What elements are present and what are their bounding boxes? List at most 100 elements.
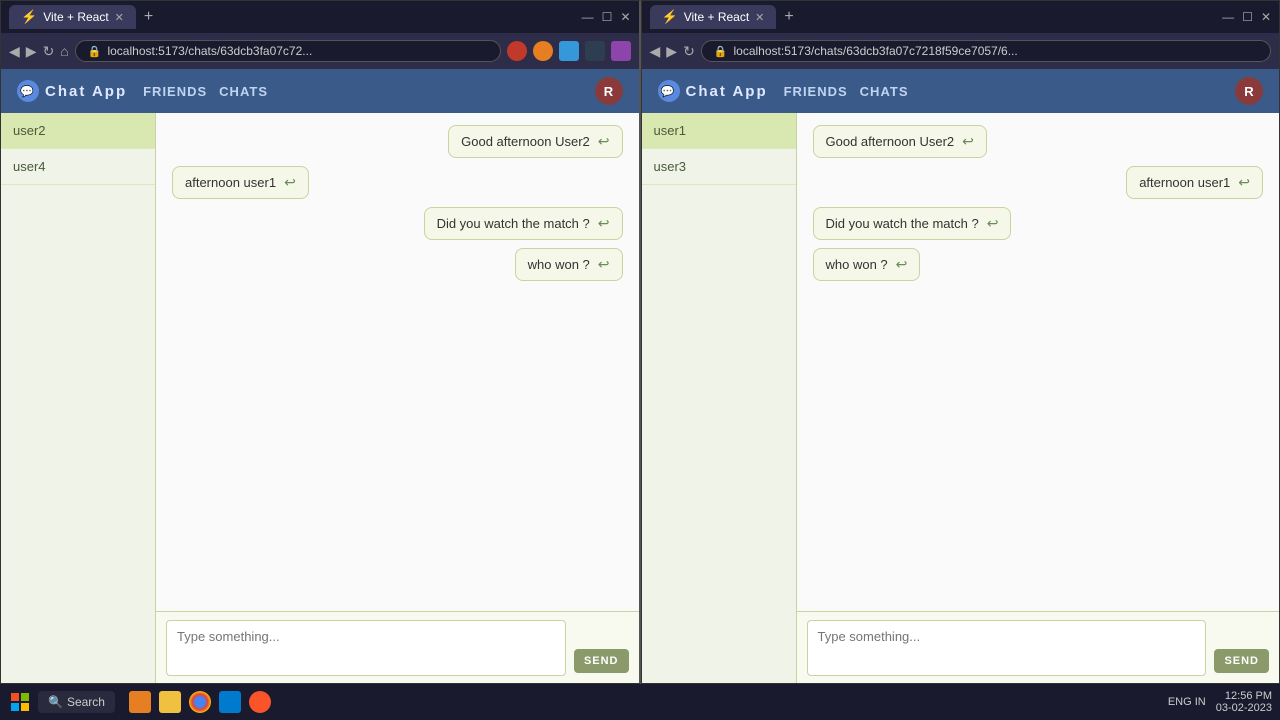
message-input-right[interactable] (807, 620, 1207, 676)
user-avatar-right[interactable]: R (1235, 77, 1263, 105)
taskbar: 🔍 Search ENG IN 12:56 PM 03-02-2023 (0, 684, 1280, 720)
back-btn-left[interactable]: ◀ (9, 43, 20, 60)
reply-icon-r4[interactable]: ↩ (896, 256, 908, 273)
chats-link-right[interactable]: CHATS (860, 84, 909, 99)
tab-right[interactable]: ⚡ Vite + React ✕ (650, 5, 777, 29)
app-header-left: 💬 Chat App FRIENDS CHATS R (1, 69, 639, 113)
table-row: who won ? ↩ (813, 248, 1264, 281)
forward-btn-right[interactable]: ▶ (666, 43, 677, 60)
search-label: Search (67, 695, 105, 709)
address-bar-left[interactable]: 🔒 localhost:5173/chats/63dcb3fa07c72... (75, 40, 501, 62)
window-controls-right: — ☐ ✕ (1222, 10, 1271, 24)
bubble-sent-3: who won ? ↩ (515, 248, 623, 281)
reply-icon-4[interactable]: ↩ (598, 256, 610, 273)
refresh-btn-left[interactable]: ↻ (43, 43, 55, 60)
minimize-icon[interactable]: — (582, 10, 594, 24)
taskbar-search[interactable]: 🔍 Search (38, 691, 115, 713)
bubble-recv-r3: who won ? ↩ (813, 248, 921, 281)
taskbar-explorer[interactable] (159, 691, 181, 713)
refresh-btn-right[interactable]: ↻ (683, 43, 695, 60)
browser-right: ⚡ Vite + React ✕ + — ☐ ✕ ◀ ▶ ↻ 🔒 localho… (641, 0, 1280, 684)
taskbar-time: 12:56 PM 03-02-2023 (1216, 690, 1272, 714)
chat-area-left: Good afternoon User2 ↩ afternoon user1 ↩… (156, 113, 639, 683)
ext-icon-4[interactable] (585, 41, 605, 61)
table-row: Did you watch the match ? ↩ (172, 207, 623, 240)
reply-icon-3[interactable]: ↩ (598, 215, 610, 232)
app-logo-icon-left: 💬 (17, 80, 39, 102)
reply-icon-r2[interactable]: ↩ (1238, 174, 1250, 191)
start-btn[interactable] (8, 690, 32, 714)
ext-icon-3[interactable] (559, 41, 579, 61)
reply-icon-1[interactable]: ↩ (598, 133, 610, 150)
restore-icon[interactable]: ☐ (602, 10, 613, 24)
bubble-sent-1: Good afternoon User2 ↩ (448, 125, 622, 158)
restore-icon-right[interactable]: ☐ (1242, 10, 1253, 24)
send-btn-left[interactable]: SEND (574, 649, 629, 673)
taskbar-vscode[interactable] (219, 691, 241, 713)
address-bar-right[interactable]: 🔒 localhost:5173/chats/63dcb3fa07c7218f5… (701, 40, 1271, 62)
new-tab-btn-left[interactable]: + (144, 8, 153, 26)
taskbar-files[interactable] (129, 691, 151, 713)
table-row: afternoon user1 ↩ (172, 166, 623, 199)
bubble-recv-1: afternoon user1 ↩ (172, 166, 309, 199)
sidebar-item-user4[interactable]: user4 (1, 149, 155, 185)
app-logo-icon-right: 💬 (658, 80, 680, 102)
friends-link-right[interactable]: FRIENDS (784, 84, 848, 99)
sidebar-right: user1 user3 (642, 113, 797, 683)
input-area-right: SEND (797, 611, 1280, 683)
sidebar-item-user2[interactable]: user2 (1, 113, 155, 149)
chat-layout-left: user2 user4 Good afternoon User2 ↩ (1, 113, 639, 683)
close-icon[interactable]: ✕ (620, 10, 630, 24)
messages-left: Good afternoon User2 ↩ afternoon user1 ↩… (156, 113, 639, 611)
app-logo-left: 💬 Chat App (17, 80, 127, 102)
message-input-left[interactable] (166, 620, 566, 676)
ext-icon-5[interactable] (611, 41, 631, 61)
app-header-right: 💬 Chat App FRIENDS CHATS R (642, 69, 1280, 113)
user-avatar-left[interactable]: R (595, 77, 623, 105)
titlebar-right: ⚡ Vite + React ✕ + — ☐ ✕ (642, 1, 1280, 33)
sidebar-item-user3[interactable]: user3 (642, 149, 796, 185)
bubble-recv-r2: Did you watch the match ? ↩ (813, 207, 1012, 240)
nav-links-right: FRIENDS CHATS (784, 84, 909, 99)
home-btn-left[interactable]: ⌂ (60, 43, 68, 59)
reply-icon-r1[interactable]: ↩ (962, 133, 974, 150)
forward-btn-left[interactable]: ▶ (26, 43, 37, 60)
reply-icon-2[interactable]: ↩ (284, 174, 296, 191)
new-tab-btn-right[interactable]: + (784, 8, 793, 26)
sidebar-item-user1[interactable]: user1 (642, 113, 796, 149)
url-right: localhost:5173/chats/63dcb3fa07c7218f59c… (734, 44, 1259, 58)
bubble-recv-r1: Good afternoon User2 ↩ (813, 125, 987, 158)
search-icon: 🔍 (48, 695, 63, 709)
toolbar-right: ◀ ▶ ↻ 🔒 localhost:5173/chats/63dcb3fa07c… (642, 33, 1280, 69)
app-title-right: Chat App (686, 83, 768, 100)
toolbar-icons-left (507, 41, 631, 61)
tab-label-right: Vite + React (684, 10, 749, 24)
chat-area-right: Good afternoon User2 ↩ afternoon user1 ↩… (797, 113, 1280, 683)
window-controls-left: — ☐ ✕ (582, 10, 631, 24)
taskbar-chrome[interactable] (189, 691, 211, 713)
table-row: afternoon user1 ↩ (813, 166, 1264, 199)
send-btn-right[interactable]: SEND (1214, 649, 1269, 673)
tab-close-right[interactable]: ✕ (755, 11, 764, 24)
url-left: localhost:5173/chats/63dcb3fa07c72... (107, 44, 487, 58)
table-row: Did you watch the match ? ↩ (813, 207, 1264, 240)
reply-icon-r3[interactable]: ↩ (987, 215, 999, 232)
ext-icon-2[interactable] (533, 41, 553, 61)
ext-icon-1[interactable] (507, 41, 527, 61)
close-icon-right[interactable]: ✕ (1261, 10, 1271, 24)
tab-left[interactable]: ⚡ Vite + React ✕ (9, 5, 136, 29)
titlebar-left: ⚡ Vite + React ✕ + — ☐ ✕ (1, 1, 639, 33)
back-btn-right[interactable]: ◀ (650, 43, 661, 60)
friends-link-left[interactable]: FRIENDS (143, 84, 207, 99)
minimize-icon-right[interactable]: — (1222, 10, 1234, 24)
taskbar-brave[interactable] (249, 691, 271, 713)
sidebar-left: user2 user4 (1, 113, 156, 683)
tab-close-left[interactable]: ✕ (115, 11, 124, 24)
chats-link-left[interactable]: CHATS (219, 84, 268, 99)
input-area-left: SEND (156, 611, 639, 683)
taskbar-left: 🔍 Search (8, 690, 271, 714)
chat-layout-right: user1 user3 Good afternoon User2 ↩ (642, 113, 1280, 683)
table-row: Good afternoon User2 ↩ (172, 125, 623, 158)
bubble-sent-r1: afternoon user1 ↩ (1126, 166, 1263, 199)
taskbar-right: ENG IN 12:56 PM 03-02-2023 (1168, 690, 1272, 714)
